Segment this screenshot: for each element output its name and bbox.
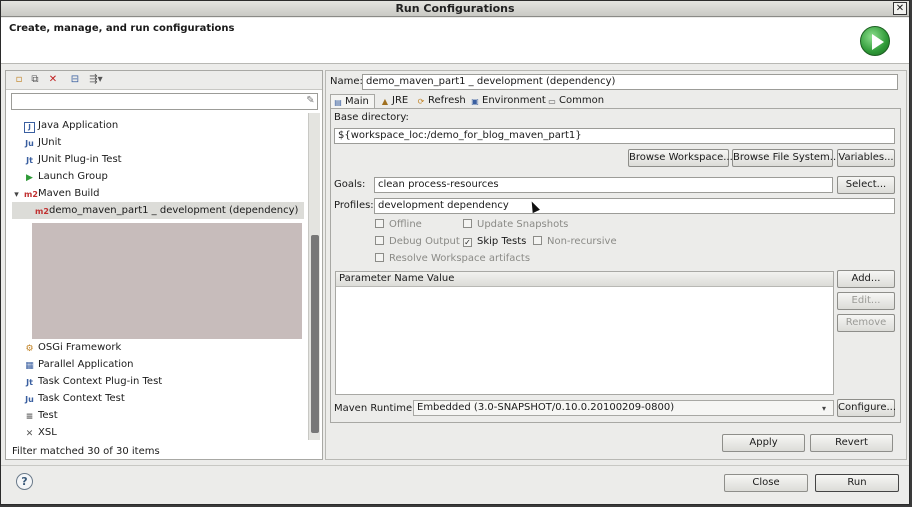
filter-status: Filter matched 30 of 30 items — [12, 446, 160, 457]
name-field[interactable]: demo_maven_part1 _ development (dependen… — [362, 74, 898, 90]
run-button[interactable]: Run — [815, 474, 899, 492]
filter-menu-icon[interactable]: ⇶▾ — [86, 73, 106, 87]
add-parameter-button[interactable]: Add... — [837, 270, 895, 288]
tree-item-maven-build[interactable]: ▾ m2Maven Build — [12, 185, 99, 202]
maven-config-icon: m2 — [35, 207, 49, 216]
offline-checkbox[interactable]: Offline — [375, 219, 422, 230]
footer-divider — [1, 465, 909, 466]
title-bar: Run Configurations ✕ — [1, 1, 909, 17]
window-title: Run Configurations — [395, 2, 515, 15]
debug-output-checkbox[interactable]: Debug Output — [375, 236, 460, 247]
help-icon[interactable]: ? — [16, 473, 33, 490]
tree-item-java-application[interactable]: J Java Application — [24, 117, 118, 134]
configuration-editor: Name: demo_maven_part1 _ development (de… — [325, 70, 907, 460]
profiles-label: Profiles: — [334, 200, 374, 211]
resolve-workspace-checkbox[interactable]: Resolve Workspace artifacts — [375, 253, 530, 264]
config-tabs: ▤ Main ▲ JRE ⟳ Refresh ▣ Environment ▭ Common — [330, 94, 901, 109]
tree-item-launch-group[interactable]: ▶ Launch Group — [24, 168, 108, 185]
tree-scrollbar[interactable] — [308, 113, 320, 440]
tree-item-test[interactable]: ≡ Test — [24, 407, 58, 424]
osgi-icon: ⚙ — [25, 344, 34, 354]
update-snapshots-checkbox[interactable]: Update Snapshots — [463, 219, 568, 230]
base-directory-field[interactable]: ${workspace_loc:/demo_for_blog_maven_par… — [334, 128, 895, 144]
clear-filter-icon[interactable]: ✎ — [304, 95, 317, 108]
maven-icon: m2 — [24, 190, 38, 199]
close-icon[interactable]: ✕ — [893, 2, 907, 15]
run-configurations-dialog: Run Configurations ✕ Create, manage, and… — [0, 0, 910, 505]
parameters-table-header: Parameter Name Value — [336, 272, 833, 287]
remove-parameter-button[interactable]: Remove — [837, 314, 895, 332]
new-config-icon[interactable]: ▫ — [12, 73, 26, 87]
non-recursive-checkbox[interactable]: Non-recursive — [533, 236, 617, 247]
tab-main[interactable]: ▤ Main — [330, 94, 375, 109]
tree-item-junit-plugin-test[interactable]: Jt JUnit Plug-in Test — [24, 151, 121, 168]
tab-jre[interactable]: ▲ JRE — [378, 94, 412, 109]
junit-icon: Ju — [25, 139, 34, 148]
tree-item-xsl[interactable]: ✕ XSL — [24, 424, 57, 441]
dialog-header: Create, manage, and run configurations — [1, 18, 909, 64]
variables-button[interactable]: Variables... — [837, 149, 895, 167]
check-icon: ✓ — [463, 238, 472, 247]
tree-item-osgi-framework[interactable]: ⚙ OSGi Framework — [24, 339, 121, 356]
task-context-icon: Ju — [25, 395, 34, 404]
launch-group-icon: ▶ — [26, 173, 33, 183]
profiles-field[interactable]: development dependency — [374, 198, 895, 214]
java-application-icon: J — [24, 122, 35, 133]
browse-workspace-button[interactable]: Browse Workspace... — [628, 149, 733, 167]
apply-button[interactable]: Apply — [722, 434, 805, 452]
test-icon: ≡ — [25, 412, 34, 422]
maven-runtime-select[interactable]: Embedded (3.0-SNAPSHOT/0.10.0.20100209-0… — [413, 400, 834, 416]
chevron-down-icon: ▾ — [821, 404, 826, 413]
select-goals-button[interactable]: Select... — [837, 176, 895, 194]
maven-runtime-label: Maven Runtime: — [334, 403, 416, 414]
name-label: Name: — [330, 76, 363, 87]
xsl-icon: ✕ — [25, 429, 34, 439]
refresh-tab-icon: ⟳ — [417, 97, 425, 106]
revert-button[interactable]: Revert — [810, 434, 893, 452]
tree-item-demo-maven-config[interactable]: m2demo_maven_part1 _ development (depend… — [12, 202, 304, 219]
main-tab-panel: Base directory: ${workspace_loc:/demo_fo… — [330, 108, 901, 423]
configuration-tree-panel: ▫ ⧉ ✕ ⊟ ⇶▾ ✎ J Java Application Ju JUnit J… — [5, 70, 323, 460]
common-tab-icon: ▭ — [548, 97, 556, 106]
main-tab-icon: ▤ — [334, 98, 342, 107]
skip-tests-checkbox[interactable]: ✓ Skip Tests — [463, 236, 526, 247]
edit-parameter-button[interactable]: Edit... — [837, 292, 895, 310]
tab-common[interactable]: ▭ Common — [545, 94, 604, 109]
collapse-all-icon[interactable]: ⊟ — [68, 73, 82, 87]
tab-environment[interactable]: ▣ Environment — [468, 94, 546, 109]
tree-item-parallel-application[interactable]: ▦ Parallel Application — [24, 356, 133, 373]
redacted-tree-items — [32, 223, 302, 339]
scrollbar-thumb[interactable] — [311, 235, 319, 433]
tree-item-junit[interactable]: Ju JUnit — [24, 134, 61, 151]
tab-refresh[interactable]: ⟳ Refresh — [414, 94, 466, 109]
task-context-plugin-icon: Jt — [26, 378, 33, 387]
chevron-down-icon[interactable]: ▾ — [12, 190, 21, 201]
base-directory-label: Base directory: — [334, 112, 409, 123]
parallel-app-icon: ▦ — [25, 361, 34, 371]
browse-file-system-button[interactable]: Browse File System... — [732, 149, 839, 167]
delete-icon[interactable]: ✕ — [46, 73, 60, 87]
junit-plugin-icon: Jt — [26, 156, 33, 165]
goals-field[interactable]: clean process-resources — [374, 177, 833, 193]
duplicate-icon[interactable]: ⧉ — [28, 73, 42, 87]
jre-tab-icon: ▲ — [381, 97, 389, 106]
goals-label: Goals: — [334, 179, 366, 190]
close-button[interactable]: Close — [724, 474, 808, 492]
environment-tab-icon: ▣ — [471, 97, 479, 106]
tree-item-task-context-test[interactable]: Ju Task Context Test — [24, 390, 125, 407]
run-icon — [860, 26, 890, 56]
parameters-table: Parameter Name Value — [335, 271, 834, 395]
filter-input[interactable]: ✎ — [11, 93, 318, 110]
tree-toolbar: ▫ ⧉ ✕ ⊟ ⇶▾ — [6, 71, 322, 90]
tree-item-task-context-plugin-test[interactable]: Jt Task Context Plug-in Test — [24, 373, 162, 390]
header-title: Create, manage, and run configurations — [9, 23, 235, 34]
configure-runtime-button[interactable]: Configure... — [837, 399, 896, 417]
